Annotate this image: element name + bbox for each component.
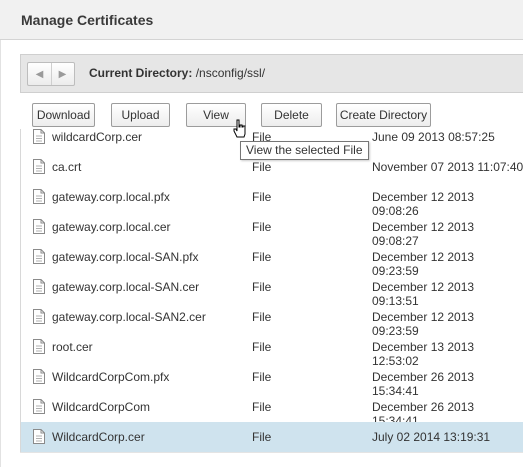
file-name: gateway.corp.local.pfx [52, 190, 170, 204]
file-icon [33, 159, 45, 174]
file-type: File [252, 310, 272, 324]
file-name: gateway.corp.local-SAN.cer [52, 280, 200, 294]
file-icon [33, 399, 45, 414]
file-icon [33, 279, 45, 294]
file-icon [33, 249, 45, 264]
file-icon [33, 219, 45, 234]
file-row[interactable]: gateway.corp.local-SAN.pfx File December 1… [21, 242, 523, 278]
file-icon [33, 369, 45, 384]
file-row[interactable]: WildcardCorp.cer File July 02 2014 13:19:3… [21, 422, 523, 452]
file-type: File [252, 190, 272, 204]
list-bottom-border [20, 452, 523, 453]
file-name: WildcardCorpCom.pfx [52, 370, 170, 384]
forward-button[interactable]: ▶ [51, 63, 74, 85]
toolbar: Download Upload View Delete Create Direc… [0, 101, 523, 129]
file-row[interactable]: WildcardCorpCom.pfx File December 26 2013 … [21, 362, 523, 398]
hand-cursor-icon [233, 119, 246, 138]
current-directory-path: /nsconfig/ssl/ [192, 66, 266, 80]
file-type: File [252, 370, 272, 384]
file-icon [33, 429, 45, 444]
file-list[interactable]: wildcardCorp.cer File June 09 2013 08:57:2… [20, 129, 523, 453]
file-row[interactable]: gateway.corp.local-SAN.cer File December 1… [21, 272, 523, 308]
file-type: File [252, 160, 272, 174]
file-icon [33, 339, 45, 354]
file-icon [33, 129, 45, 144]
file-type: File [252, 340, 272, 354]
back-button[interactable]: ◀ [28, 63, 52, 85]
delete-button[interactable]: Delete [261, 103, 322, 127]
file-name: gateway.corp.local-SAN.pfx [52, 250, 199, 264]
chevron-right-icon: ▶ [58, 68, 67, 80]
file-icon [33, 189, 45, 204]
dialog-title: Manage Certificates [21, 12, 154, 28]
download-button[interactable]: Download [32, 103, 95, 127]
file-row[interactable]: WildcardCorpCom File December 26 2013 15:3… [21, 392, 523, 428]
file-type: File [252, 280, 272, 294]
file-name: WildcardCorp.cer [52, 430, 145, 444]
file-name: WildcardCorpCom [52, 400, 151, 414]
file-type: File [252, 220, 272, 234]
file-row[interactable]: gateway.corp.local.cer File December 12 20… [21, 212, 523, 248]
path-bar: ◀ ▶ Current Directory: /nsconfig/ssl/ [20, 54, 523, 93]
chevron-left-icon: ◀ [35, 68, 44, 80]
file-name: wildcardCorp.cer [52, 130, 143, 144]
file-date: July 02 2014 13:19:31 [372, 430, 491, 444]
file-name: root.cer [52, 340, 93, 354]
upload-button[interactable]: Upload [111, 103, 170, 127]
file-icon [33, 309, 45, 324]
dialog-title-bar: Manage Certificates [0, 0, 523, 40]
file-type: File [252, 430, 272, 444]
file-date: November 07 2013 11:07:40 [372, 160, 523, 174]
nav-button-group: ◀ ▶ [27, 62, 75, 86]
file-name: gateway.corp.local.cer [52, 220, 171, 234]
file-row[interactable]: root.cer File December 13 2013 12:53:02 [21, 332, 523, 368]
current-directory-label: Current Directory: [89, 66, 193, 80]
file-type: File [252, 400, 272, 414]
file-type: File [252, 250, 272, 264]
file-name: ca.crt [52, 160, 82, 174]
file-date: June 09 2013 08:57:25 [372, 130, 495, 144]
file-row[interactable]: gateway.corp.local-SAN2.cer File December … [21, 302, 523, 338]
create-directory-button[interactable]: Create Directory [336, 103, 431, 127]
view-tooltip: View the selected File [240, 141, 369, 160]
current-directory: Current Directory: /nsconfig/ssl/ [89, 66, 265, 80]
file-row[interactable]: gateway.corp.local.pfx File December 12 20… [21, 182, 523, 218]
file-name: gateway.corp.local-SAN2.cer [52, 310, 206, 324]
